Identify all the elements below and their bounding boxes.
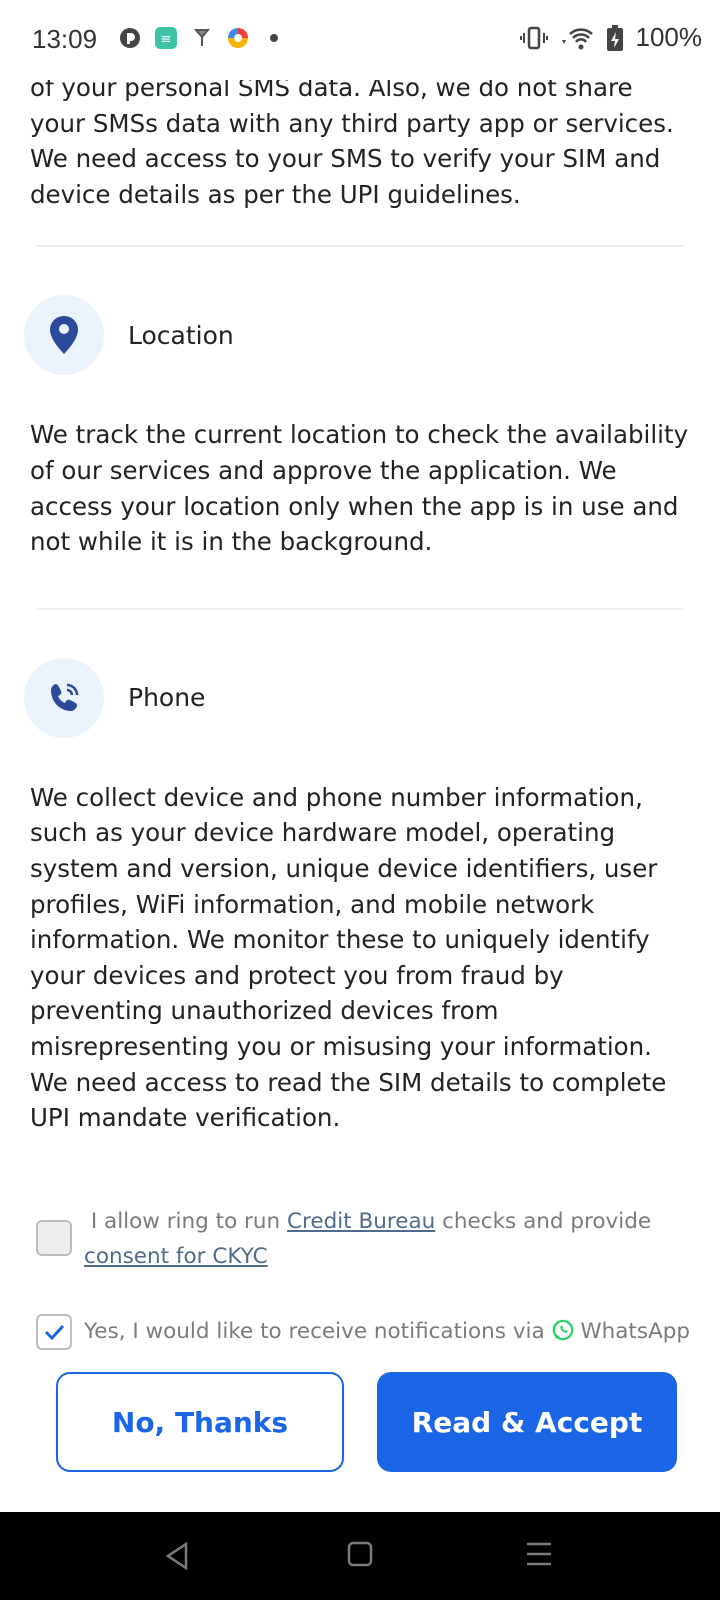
location-text: We track the current location to check t… xyxy=(30,420,689,557)
location-pin-icon xyxy=(24,295,104,376)
battery-percent: 100% xyxy=(635,22,703,52)
back-icon[interactable] xyxy=(162,1540,192,1572)
phone-icon xyxy=(24,657,104,738)
wifi-icon xyxy=(561,27,593,49)
system-nav-bar xyxy=(0,1512,720,1600)
read-accept-button[interactable]: Read & Accept xyxy=(377,1372,677,1472)
whatsapp-consent-prefix: Yes, I would like to receive notificatio… xyxy=(84,1319,552,1344)
vibrate-icon xyxy=(519,26,548,49)
app-icon-1 xyxy=(120,28,140,48)
whatsapp-consent-checkbox[interactable] xyxy=(36,1314,72,1350)
divider xyxy=(36,245,684,248)
permissions-content[interactable]: of your personal SMS data. Also, we do n… xyxy=(0,68,720,1136)
phone-header: Phone xyxy=(0,657,720,738)
dot-icon xyxy=(270,34,278,42)
credit-bureau-link[interactable]: Credit Bureau xyxy=(287,1209,435,1234)
battery-icon xyxy=(606,24,623,51)
notification-icons: ≡ xyxy=(118,26,286,50)
status-time: 13:09 xyxy=(32,24,98,54)
checkmark-icon xyxy=(44,1324,65,1341)
home-icon[interactable] xyxy=(346,1540,374,1568)
status-right: 100% xyxy=(519,22,703,53)
sms-text-2: We need access to your SMS to verify you… xyxy=(30,144,661,209)
no-thanks-button[interactable]: No, Thanks xyxy=(56,1372,344,1472)
phone-title: Phone xyxy=(128,683,206,713)
divider xyxy=(36,607,684,610)
app-icon-2: ≡ xyxy=(155,27,177,49)
svg-text:≡: ≡ xyxy=(161,32,172,47)
credit-consent-text: I allow ring to run Credit Bureau checks… xyxy=(84,1204,680,1274)
phone-text: We collect device and phone number infor… xyxy=(30,782,658,1061)
credit-consent-checkbox[interactable] xyxy=(36,1220,72,1256)
credit-consent-mid: checks and provide xyxy=(435,1209,652,1234)
location-header: Location xyxy=(0,295,720,376)
app-icon-4 xyxy=(228,28,248,48)
status-bar: 13:09 ≡ 100% xyxy=(0,0,720,80)
credit-consent-prefix: I allow ring to run xyxy=(90,1209,287,1234)
menu-icon[interactable] xyxy=(524,1540,554,1568)
location-title: Location xyxy=(128,320,234,350)
whatsapp-consent-text: Yes, I would like to receive notificatio… xyxy=(84,1314,700,1349)
ckyc-consent-link[interactable]: consent for CKYC xyxy=(84,1244,268,1269)
whatsapp-label: WhatsApp xyxy=(580,1319,691,1344)
app-icon-3 xyxy=(193,29,211,46)
whatsapp-icon xyxy=(552,1319,573,1341)
phone-text-2: We need access to read the SIM details t… xyxy=(30,1067,667,1133)
